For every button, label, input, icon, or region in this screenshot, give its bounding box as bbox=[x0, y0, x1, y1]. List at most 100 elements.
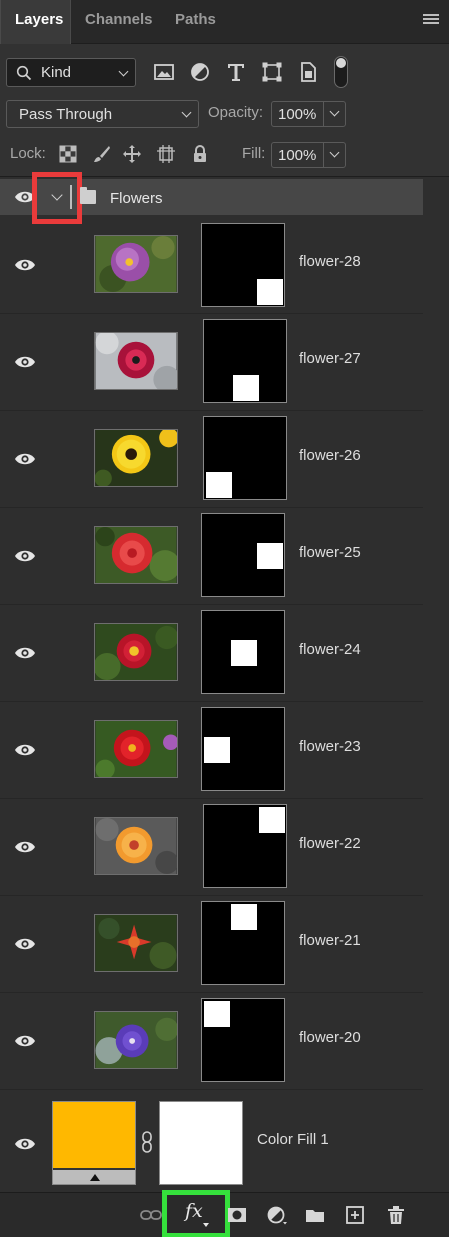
tab-paths[interactable]: Paths bbox=[175, 0, 216, 44]
visibility-eye-icon[interactable] bbox=[14, 1034, 36, 1048]
opacity-dropdown[interactable] bbox=[323, 102, 345, 126]
visibility-eye-icon[interactable] bbox=[14, 937, 36, 951]
layer-row[interactable]: flower-28 bbox=[0, 217, 423, 314]
visibility-eye-icon[interactable] bbox=[14, 355, 36, 369]
opacity-field[interactable]: 100% bbox=[271, 101, 346, 127]
layer-mask-thumbnail[interactable] bbox=[203, 804, 287, 888]
fill-dropdown[interactable] bbox=[323, 143, 345, 167]
visibility-eye-icon[interactable] bbox=[14, 258, 36, 272]
tab-channels[interactable]: Channels bbox=[85, 0, 153, 44]
chevron-down-icon bbox=[203, 1223, 209, 1227]
layer-name[interactable]: flower-24 bbox=[299, 641, 361, 658]
layer-name[interactable]: flower-20 bbox=[299, 1029, 361, 1046]
layer-name[interactable]: flower-26 bbox=[299, 447, 361, 464]
group-divider bbox=[70, 185, 72, 209]
lock-transparent-pixels-icon[interactable] bbox=[58, 144, 78, 164]
delete-layer-icon[interactable] bbox=[385, 1205, 407, 1225]
pixel-layer-filter-icon[interactable] bbox=[152, 60, 176, 84]
visibility-eye-icon[interactable] bbox=[14, 1137, 36, 1151]
layer-mask-thumbnail[interactable] bbox=[201, 998, 285, 1082]
layer-mask-thumbnail[interactable] bbox=[201, 223, 285, 307]
layer-thumbnail[interactable] bbox=[94, 526, 178, 584]
panel-menu-icon[interactable] bbox=[423, 14, 439, 28]
layer-name[interactable]: flower-27 bbox=[299, 350, 361, 367]
new-layer-icon[interactable] bbox=[344, 1205, 366, 1225]
layer-mask-thumbnail[interactable] bbox=[203, 416, 287, 500]
fill-label: Fill: bbox=[242, 145, 266, 162]
mask-link-chain-icon[interactable] bbox=[141, 1131, 153, 1153]
lock-image-pixels-icon[interactable] bbox=[92, 144, 112, 164]
fill-value: 100% bbox=[278, 147, 317, 164]
lock-all-icon[interactable] bbox=[190, 144, 210, 164]
folder-icon bbox=[80, 187, 96, 204]
layer-name[interactable]: flower-23 bbox=[299, 738, 361, 755]
layer-mask-thumbnail[interactable] bbox=[201, 610, 285, 694]
layer-row[interactable]: flower-21 bbox=[0, 896, 423, 993]
search-icon bbox=[16, 65, 32, 81]
gradient-stop-icon bbox=[90, 1174, 100, 1181]
fx-button[interactable]: fx bbox=[162, 1190, 230, 1237]
layer-thumbnail[interactable] bbox=[94, 429, 178, 487]
layer-mask-thumbnail[interactable] bbox=[201, 707, 285, 791]
shape-layer-filter-icon[interactable] bbox=[260, 60, 284, 84]
visibility-eye-icon[interactable] bbox=[14, 452, 36, 466]
visibility-eye-icon[interactable] bbox=[14, 646, 36, 660]
layer-mask-thumbnail[interactable] bbox=[201, 513, 285, 597]
chevron-down-icon bbox=[329, 147, 340, 158]
layer-row[interactable]: flower-22 bbox=[0, 799, 423, 896]
filter-toggle[interactable] bbox=[334, 56, 348, 88]
layer-row[interactable]: flower-24 bbox=[0, 605, 423, 702]
fill-field[interactable]: 100% bbox=[271, 142, 346, 168]
lock-position-icon[interactable] bbox=[122, 144, 142, 164]
layer-name[interactable]: Color Fill 1 bbox=[257, 1131, 329, 1148]
fx-icon: fx bbox=[185, 1200, 203, 1222]
visibility-eye-icon[interactable] bbox=[14, 743, 36, 757]
chevron-down-icon bbox=[181, 107, 192, 118]
type-layer-filter-icon[interactable] bbox=[224, 60, 248, 84]
blend-toolbar: Pass Through Opacity: 100% bbox=[0, 98, 449, 134]
layer-name[interactable]: flower-21 bbox=[299, 932, 361, 949]
layer-thumbnail[interactable] bbox=[94, 720, 178, 778]
visibility-eye-icon[interactable] bbox=[14, 549, 36, 563]
panel-tab-bar: Layers Channels Paths bbox=[0, 0, 449, 44]
layers-list: Flowers flower-28 flower-27 flower-26 fl… bbox=[0, 172, 449, 1193]
layer-mask-thumbnail[interactable] bbox=[203, 319, 287, 403]
adjustment-layer-icon[interactable] bbox=[266, 1205, 288, 1225]
group-layer-flowers[interactable]: Flowers bbox=[0, 172, 423, 224]
color-fill-thumbnail[interactable] bbox=[52, 1101, 136, 1185]
layer-thumbnail[interactable] bbox=[94, 914, 178, 972]
layer-thumbnail[interactable] bbox=[94, 235, 178, 293]
chevron-down-icon bbox=[118, 66, 129, 77]
layer-row[interactable]: flower-23 bbox=[0, 702, 423, 799]
opacity-label: Opacity: bbox=[208, 104, 264, 121]
lock-artboard-icon[interactable] bbox=[156, 144, 176, 164]
layer-row[interactable]: flower-25 bbox=[0, 508, 423, 605]
smart-object-filter-icon[interactable] bbox=[296, 60, 320, 84]
link-layers-icon[interactable] bbox=[140, 1205, 162, 1225]
lock-toolbar: Lock: Fill: 100% bbox=[0, 138, 449, 172]
layer-name[interactable]: flower-22 bbox=[299, 835, 361, 852]
layers-bottom-bar: fx bbox=[0, 1190, 449, 1237]
adjustment-layer-filter-icon[interactable] bbox=[188, 60, 212, 84]
layer-thumbnail[interactable] bbox=[94, 623, 178, 681]
color-fill-layer[interactable]: Color Fill 1 bbox=[0, 1099, 449, 1193]
opacity-value: 100% bbox=[278, 106, 317, 123]
visibility-eye-icon[interactable] bbox=[14, 840, 36, 854]
blend-mode-select[interactable]: Pass Through bbox=[6, 100, 199, 128]
layer-thumbnail[interactable] bbox=[94, 817, 178, 875]
chevron-down-icon bbox=[329, 106, 340, 117]
layer-name[interactable]: flower-28 bbox=[299, 253, 361, 270]
layer-thumbnail[interactable] bbox=[94, 1011, 178, 1069]
layer-row[interactable]: flower-26 bbox=[0, 411, 423, 508]
layer-name[interactable]: flower-25 bbox=[299, 544, 361, 561]
group-name[interactable]: Flowers bbox=[110, 190, 163, 207]
layer-thumbnail[interactable] bbox=[94, 332, 178, 390]
tab-layers[interactable]: Layers bbox=[0, 0, 71, 44]
filter-kind-select[interactable]: Kind bbox=[6, 58, 136, 87]
layer-row[interactable]: flower-27 bbox=[0, 314, 423, 411]
layer-row[interactable]: flower-20 bbox=[0, 993, 423, 1090]
layer-mask-thumbnail[interactable] bbox=[201, 901, 285, 985]
layer-mask-thumbnail[interactable] bbox=[159, 1101, 243, 1185]
add-mask-icon[interactable] bbox=[226, 1205, 248, 1225]
new-group-icon[interactable] bbox=[304, 1205, 326, 1225]
